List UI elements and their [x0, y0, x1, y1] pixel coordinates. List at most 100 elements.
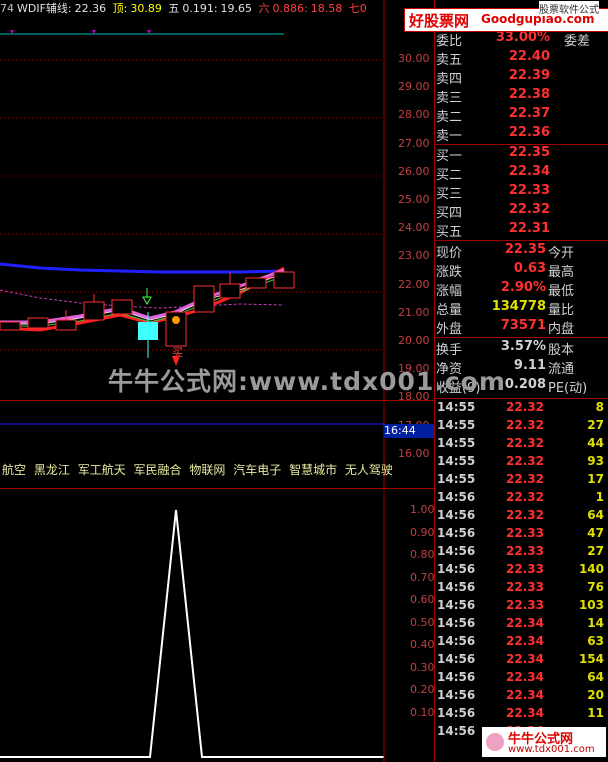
tick-time: 14:55	[437, 400, 476, 414]
tick-row[interactable]: 14:55 22.32 27	[436, 418, 608, 436]
tick-row[interactable]: 14:56 22.33 140	[436, 562, 608, 580]
sector-tag[interactable]: 黑龙江	[34, 463, 70, 477]
tick-row[interactable]: 14:56 22.34 154	[436, 652, 608, 670]
tick-price: 22.33	[506, 598, 544, 612]
tick-time: 14:56	[437, 508, 476, 522]
tick-row[interactable]: 14:56 22.33 47	[436, 526, 608, 544]
tick-price: 22.32	[506, 490, 544, 504]
tick-price: 22.32	[506, 436, 544, 450]
ask-row[interactable]: 卖四 22.39	[436, 68, 608, 87]
stat-label: 外盘	[436, 322, 463, 337]
stat-row: 现价 22.35 今开	[436, 242, 608, 261]
tick-row[interactable]: 14:56 22.33 76	[436, 580, 608, 598]
tick-row[interactable]: 14:56 22.34 11	[436, 706, 608, 724]
lower-tick-label: 0.50	[410, 615, 435, 629]
bid-row[interactable]: 买一 22.35	[436, 145, 608, 164]
blue-ma-line	[0, 262, 285, 274]
tick-row[interactable]: 14:56 22.32 1	[436, 490, 608, 508]
ask-row[interactable]: 卖三 22.38	[436, 87, 608, 106]
tick-row[interactable]: 14:56 22.33 103	[436, 598, 608, 616]
order-ratio-row: 委比 33.00% 委差	[436, 30, 608, 49]
site-logo-bottom: 牛牛公式网 www.tdx001.com	[482, 727, 606, 757]
sector-tag[interactable]: 军民融合	[134, 463, 182, 477]
tick-time: 14:56	[437, 580, 476, 594]
stat-label: 总量	[436, 303, 463, 318]
tick-row[interactable]: 14:56 22.34 14	[436, 616, 608, 634]
tick-row[interactable]: 14:55 22.32 17	[436, 472, 608, 490]
tick-price: 22.34	[506, 688, 544, 702]
stat-label: 现价	[436, 246, 463, 261]
price-tick-label: 26.00	[398, 164, 430, 178]
order-diff-label: 委差	[563, 34, 590, 49]
price-tick-label: 24.00	[398, 221, 430, 235]
lower-indicator-line	[0, 509, 384, 758]
tick-price: 22.32	[506, 418, 544, 432]
tick-volume: 27	[587, 418, 604, 432]
tick-volume: 103	[578, 598, 604, 612]
price-tick-label: 25.00	[398, 193, 430, 206]
stat-row: 总量 134778 量比	[436, 299, 608, 318]
bid-row[interactable]: 买二 22.34	[436, 164, 608, 183]
bid-price: 22.34	[508, 164, 550, 179]
sector-tag[interactable]: 航空	[2, 463, 26, 477]
tick-time: 14:56	[437, 562, 476, 576]
stat-value: 0.208	[504, 377, 546, 392]
tick-time: 14:56	[437, 634, 476, 648]
time-box: 16:44	[384, 424, 434, 438]
tick-time: 14:56	[437, 652, 476, 666]
magenta-ma-line	[0, 268, 285, 324]
tick-time: 14:56	[437, 670, 476, 684]
stat-row: 涨跌 0.63 最高	[436, 261, 608, 280]
bid-label: 买一	[436, 149, 463, 164]
price-tick-label: 16.00	[398, 446, 430, 460]
stat-label-right: 今开	[548, 246, 575, 261]
price-tick-label: 27.00	[398, 136, 430, 150]
bid-row[interactable]: 买四 22.32	[436, 202, 608, 221]
price-tick-label: 23.00	[398, 249, 430, 263]
tick-price: 22.34	[506, 652, 544, 666]
tick-volume: 1	[595, 490, 604, 504]
tick-row[interactable]: 14:56 22.34 64	[436, 670, 608, 688]
bid-row[interactable]: 买五 22.31	[436, 221, 608, 240]
ask-row[interactable]: 卖二 22.37	[436, 106, 608, 125]
stat-value: 134778	[491, 299, 546, 314]
price-tick-label: 30.00	[398, 52, 430, 65]
tick-row[interactable]: 14:55 22.32 8	[436, 400, 608, 418]
ask-label: 卖二	[436, 110, 463, 125]
stat-row: 涨幅 2.90% 最低	[436, 280, 608, 299]
tick-row[interactable]: 14:56 22.34 63	[436, 634, 608, 652]
bid-row[interactable]: 买三 22.33	[436, 183, 608, 202]
tick-row[interactable]: 14:55 22.32 93	[436, 454, 608, 472]
bid-label: 买五	[436, 225, 463, 240]
tick-row[interactable]: 14:56 22.32 64	[436, 508, 608, 526]
sector-tag[interactable]: 智慧城市	[289, 463, 337, 477]
tick-volume: 64	[587, 670, 604, 684]
ask-price: 22.40	[508, 49, 550, 64]
stat-label-right: PE(动)	[548, 381, 588, 396]
sector-tag[interactable]: 军工航天	[78, 463, 126, 477]
lower-tick-label: 0.60	[410, 593, 435, 606]
lower-tick-label: 0.20	[410, 683, 435, 696]
sector-tag[interactable]: 汽车电子	[233, 463, 281, 477]
lower-tick-label: 0.70	[410, 570, 435, 584]
orange-dot-icon	[172, 316, 180, 324]
tick-row[interactable]: 14:56 22.34 20	[436, 688, 608, 706]
price-tick-label: 21.00	[398, 305, 430, 319]
tick-time: 14:56	[437, 598, 476, 612]
ask-label: 卖三	[436, 91, 463, 106]
stat-label: 涨跌	[436, 265, 463, 280]
ticks-separator	[436, 398, 608, 399]
tick-volume: 154	[578, 652, 604, 666]
stat-label-right: 股本	[548, 343, 575, 358]
ask-row[interactable]: 卖五 22.40	[436, 49, 608, 68]
panel-separator-upper	[0, 400, 436, 401]
ask-row[interactable]: 卖一 22.36	[436, 125, 608, 144]
tick-volume: 93	[587, 454, 604, 468]
tick-volume: 140	[578, 562, 604, 576]
sector-tag[interactable]: 无人驾驶	[345, 463, 393, 477]
buy-marker: 买	[172, 346, 183, 359]
tick-row[interactable]: 14:55 22.32 44	[436, 436, 608, 454]
tick-volume: 76	[587, 580, 604, 594]
sector-tag[interactable]: 物联网	[189, 463, 225, 477]
tick-row[interactable]: 14:56 22.33 27	[436, 544, 608, 562]
